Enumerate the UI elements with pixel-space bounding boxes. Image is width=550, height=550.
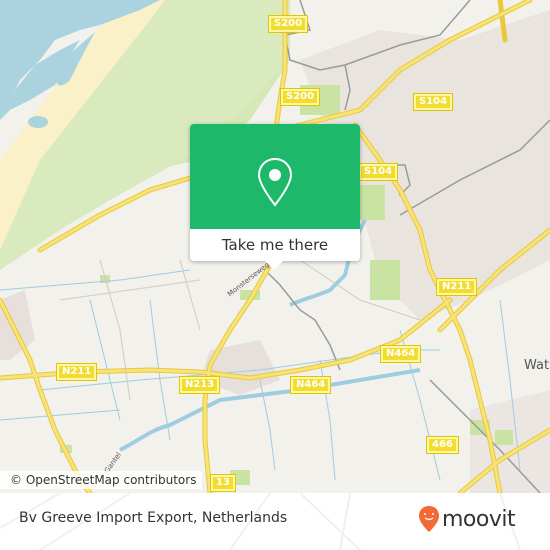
road-shield-s104: S104 [357, 163, 399, 181]
road-shield-n464: N464 [379, 345, 422, 363]
location-title: Bv Greeve Import Export, Netherlands [19, 510, 288, 526]
road-shield-n211: N211 [55, 363, 98, 381]
map-view[interactable]: S200 S200 S104 S104 N211 N211 N213 N464 … [0, 0, 550, 493]
road-shield-s104: S104 [412, 93, 454, 111]
road-shield-s200: S200 [267, 15, 309, 33]
road-shield-n211: N211 [435, 278, 478, 296]
popup-pointer [265, 261, 283, 270]
moovit-pin-icon [419, 506, 439, 532]
map-attribution[interactable]: © OpenStreetMap contributors [0, 471, 203, 489]
road-shield-466: 466 [426, 436, 459, 454]
map-pin-icon [257, 157, 293, 207]
road-shield-13: 13 [210, 474, 236, 492]
take-me-there-button[interactable]: Take me there [190, 229, 360, 261]
moovit-wordmark: moovit [442, 506, 516, 532]
location-popup: Take me there [190, 124, 360, 270]
footer-bar: Bv Greeve Import Export, Netherlands moo… [0, 493, 550, 550]
place-label-wateringen: Wat [524, 358, 550, 373]
popup-header [190, 124, 360, 229]
road-shield-s200: S200 [279, 88, 321, 106]
road-shield-n464: N464 [289, 376, 332, 394]
road-shield-n213: N213 [178, 376, 221, 394]
moovit-logo[interactable]: moovit [418, 504, 516, 534]
